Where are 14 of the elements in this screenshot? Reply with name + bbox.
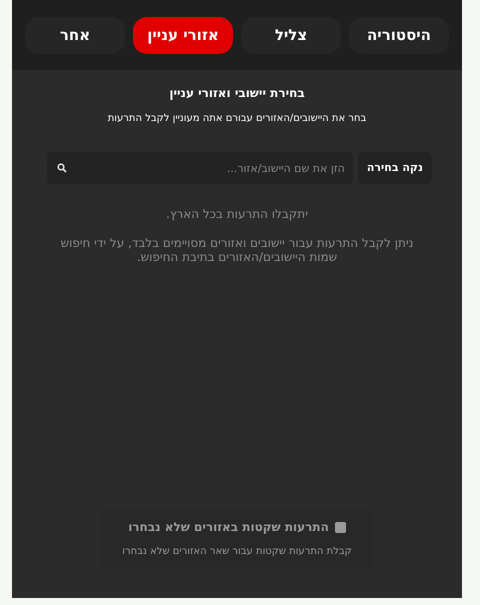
notice-text: יתקבלו התרעות בכל הארץ. [165, 206, 309, 223]
clear-selection-button[interactable]: נקה בחירה [358, 152, 432, 184]
subheading: בחר את היישובים/האזורים עבורם אתה מעוניין לקבל התרעות [106, 112, 368, 126]
search-icon [57, 163, 67, 173]
hint-text: ניתן לקבל התרעות עבור יישובים ואזורים מסויימים בלבד, על ידי חיפוש שמות היישובים/האזורים בתיבת החיפוש. [60, 237, 414, 265]
checkbox-label[interactable]: התרעות שקטות באזורים שלא נבחרו [128, 518, 329, 536]
tab[interactable]: היסטוריה [349, 17, 449, 54]
heading: בחירת יישובי ואזורי עניין [168, 85, 306, 102]
tab[interactable]: צליל [241, 17, 341, 54]
option-description: קבלת התרעות שקטות עבור שאר האזורים שלא נבחרו [121, 545, 353, 559]
checkbox[interactable] [334, 522, 346, 532]
tab[interactable]: אחר [25, 17, 125, 54]
tab[interactable]: אזורי עניין [133, 17, 233, 54]
search-field[interactable]: הזן את שם היישוב/אזור... [47, 152, 353, 184]
